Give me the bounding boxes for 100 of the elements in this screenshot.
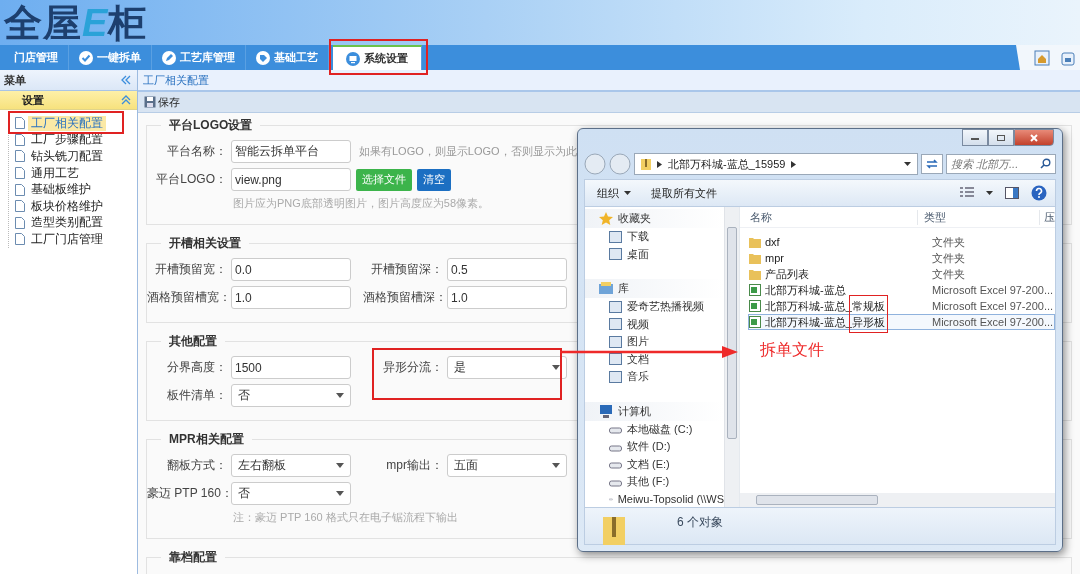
field-label: mpr输出： [385, 457, 443, 474]
menu-item[interactable]: 基础板维护 [28, 182, 94, 198]
field-label: 板件清单： [166, 387, 227, 404]
text-field[interactable]: 1.0 [447, 286, 567, 309]
nav-item[interactable]: 图片 [627, 334, 649, 350]
dropdown[interactable]: 否 [231, 482, 351, 505]
spreadsheet-icon [749, 300, 761, 312]
address-bar[interactable]: 北部万科城-蓝总_15959 [634, 153, 918, 175]
menu-item[interactable]: 板块价格维护 [28, 198, 106, 214]
action-button[interactable]: 清空 [417, 168, 451, 191]
column-header[interactable]: 名称 [740, 209, 917, 225]
column-header[interactable]: 类型 [917, 209, 1039, 225]
file-row[interactable]: 产品列表 文件夹 [748, 266, 1055, 282]
file-row[interactable]: mpr 文件夹 [748, 250, 1055, 266]
pencil-icon [162, 50, 176, 65]
close-button[interactable] [1014, 129, 1054, 146]
home-icon[interactable] [1034, 49, 1050, 66]
nav-group[interactable]: 收藏夹 [618, 211, 651, 226]
nav-item[interactable]: 文档 (E:) [627, 456, 670, 472]
column-header[interactable]: 压 [1039, 209, 1055, 225]
caret-icon[interactable] [986, 191, 993, 195]
document-icon [15, 133, 25, 146]
text-field[interactable]: 1500 [231, 356, 351, 379]
save-icon [144, 96, 156, 108]
command-button[interactable]: 提取所有文件 [651, 185, 725, 201]
caret-icon [552, 365, 560, 370]
forward-button[interactable] [609, 153, 631, 175]
menu-item[interactable]: 工厂门店管理 [28, 231, 106, 247]
breadcrumb[interactable]: 工厂相关配置 [143, 72, 209, 88]
back-button[interactable] [584, 153, 606, 175]
document-icon [15, 150, 25, 163]
computer-icon [599, 404, 613, 418]
document-icon [15, 200, 25, 213]
scrollbar[interactable] [740, 493, 1055, 507]
nav-item[interactable]: 桌面 [627, 246, 649, 262]
library-icon [599, 282, 613, 295]
save-button[interactable]: 保存 [144, 94, 180, 110]
minimize-button[interactable] [962, 129, 988, 146]
dropdown[interactable]: 左右翻板 [231, 454, 351, 477]
file-row[interactable]: dxf 文件夹 [748, 234, 1055, 250]
menu-item[interactable]: 工厂相关配置 [28, 115, 106, 131]
refresh-button[interactable] [921, 154, 943, 174]
dropdown[interactable]: 否 [231, 384, 351, 407]
nav-item[interactable]: 爱奇艺热播视频 [627, 299, 704, 315]
zip-folder-icon [601, 514, 627, 546]
text-field[interactable]: 0.5 [447, 258, 567, 281]
hint-text: 如果有LOGO，则显示LOGO，否则显示为此 [359, 144, 577, 159]
help-icon[interactable] [1031, 185, 1047, 201]
field-label: 酒格预留槽宽： [147, 289, 227, 306]
collapse-icon[interactable] [121, 75, 131, 85]
nav-item[interactable]: 下载 [627, 229, 649, 245]
text-field[interactable]: view.png [231, 168, 351, 191]
dropdown[interactable]: 是 [447, 356, 567, 379]
menu-section[interactable]: 设置 [0, 91, 137, 110]
annotation-label: 拆单文件 [760, 340, 824, 360]
nav-group[interactable]: 库 [618, 281, 629, 296]
text-field[interactable]: 0.0 [231, 258, 351, 281]
calendar-icon[interactable] [1060, 49, 1076, 66]
menu-item[interactable]: 钻头铣刀配置 [28, 149, 106, 164]
note-text: 注：豪迈 PTP 160 格式只在电子锯流程下输出 [233, 510, 458, 525]
maximize-button[interactable] [988, 129, 1014, 146]
document-icon [15, 233, 25, 246]
text-field[interactable]: 1.0 [231, 286, 351, 309]
app-logo: 全屋E柜 [4, 3, 148, 42]
preview-pane-icon[interactable] [1005, 187, 1019, 199]
tag-icon [256, 50, 270, 65]
search-field[interactable]: 搜索 北部万... [946, 154, 1056, 174]
chevron-icon [791, 160, 797, 168]
view-options-icon[interactable] [960, 187, 974, 199]
monitor-icon [346, 51, 360, 66]
scrollbar[interactable] [724, 207, 739, 507]
caret-icon [552, 463, 560, 468]
section-title: MPR相关配置 [168, 431, 245, 448]
folder-icon [749, 252, 761, 264]
caret-icon [336, 491, 344, 496]
field-label: 开槽预留深： [370, 261, 443, 278]
file-row[interactable]: 北部万科城-蓝总 Microsoft Excel 97-200... [748, 282, 1055, 298]
location-icon [609, 370, 622, 383]
menu-item[interactable]: 通用工艺 [28, 165, 82, 181]
location-icon [609, 300, 622, 313]
menu-item[interactable]: 造型类别配置 [28, 215, 106, 231]
nav-group[interactable]: 计算机 [618, 403, 651, 419]
command-button[interactable]: 组织 [597, 185, 639, 201]
nav-tab[interactable]: 系统设置 [333, 45, 422, 70]
text-field[interactable]: 智能云拆单平台 [231, 140, 351, 163]
nav-item[interactable]: 音乐 [627, 369, 649, 385]
location-icon [609, 318, 622, 331]
dropdown[interactable]: 五面 [447, 454, 567, 477]
section-title: 其他配置 [168, 333, 218, 350]
nav-item[interactable]: 本地磁盘 (C:) [627, 421, 693, 437]
field-label: 豪迈 PTP 160： [147, 485, 227, 502]
nav-item[interactable]: Meiwu-Topsolid (\\WS [617, 493, 724, 506]
nav-item[interactable]: 文档 [627, 351, 649, 367]
nav-item[interactable]: 其他 (F:) [627, 474, 670, 490]
close-icon [1029, 133, 1039, 142]
zip-folder-icon [641, 158, 651, 170]
nav-item[interactable]: 视频 [627, 316, 649, 332]
section-title: 靠档配置 [168, 549, 218, 566]
nav-item[interactable]: 软件 (D:) [627, 439, 671, 455]
field-label: 分界高度： [166, 359, 227, 376]
